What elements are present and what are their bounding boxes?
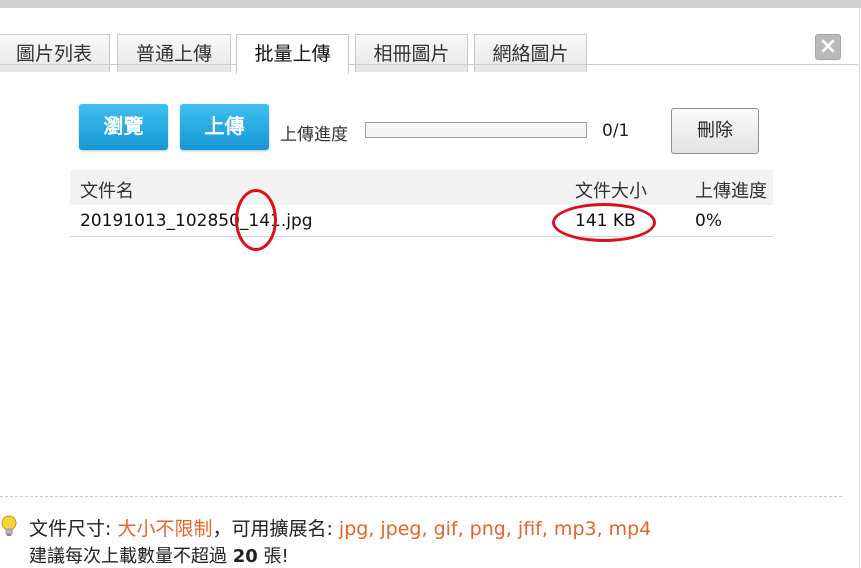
column-upload-progress: 上傳進度 [695,181,767,202]
file-progress: 0% [695,211,722,231]
upload-progress-bar [365,122,587,138]
lightbulb-icon [1,515,17,536]
file-size-info: 文件尺寸: 大小不限制，可用擴展名: jpg, jpeg, gif, png, … [29,514,651,541]
extension-list: jpg, jpeg, gif, png, jfif, mp3, mp4 [338,518,652,540]
tab-image-list[interactable]: 圖片列表 [0,34,110,72]
file-size-label: 文件尺寸: [29,518,118,540]
upload-button[interactable]: 上傳 [180,104,269,150]
upload-progress-label: 上傳進度 [280,125,348,145]
advice-suffix: 張! [257,546,289,567]
advice-prefix: 建議每次上載數量不超過 [29,546,233,567]
advice-count: 20 [232,546,258,567]
window-right-border [859,8,860,568]
tab-divider [0,64,858,65]
file-size-limit: 大小不限制 [117,518,213,540]
file-size: 141 KB [575,211,636,231]
file-name: 20191013_102850_141.jpg [80,211,313,231]
file-table-header: 文件名 文件大小 上傳進度 [70,170,773,205]
footer-divider [0,496,842,497]
table-row[interactable]: 20191013_102850_141.jpg 141 KB 0% [70,206,773,237]
tab-web-images[interactable]: 網絡圖片 [474,34,587,72]
delete-button[interactable]: 刪除 [671,108,759,154]
column-filesize: 文件大小 [575,181,647,202]
tab-album-images[interactable]: 相冊圖片 [355,34,468,72]
browse-button[interactable]: 瀏覽 [79,104,168,150]
extension-label: ，可用擴展名: [212,518,339,540]
upload-advice: 建議每次上載數量不超過 20 張! [29,542,289,568]
tab-normal-upload[interactable]: 普通上傳 [117,34,231,72]
tab-bar: 圖片列表 普通上傳 批量上傳 相冊圖片 網絡圖片 × [0,8,858,74]
column-filename: 文件名 [80,181,134,202]
close-icon[interactable]: × [815,34,841,60]
upload-progress-count: 0/1 [602,121,630,141]
window-top-strip [0,0,861,8]
tab-batch-upload[interactable]: 批量上傳 [236,34,349,74]
